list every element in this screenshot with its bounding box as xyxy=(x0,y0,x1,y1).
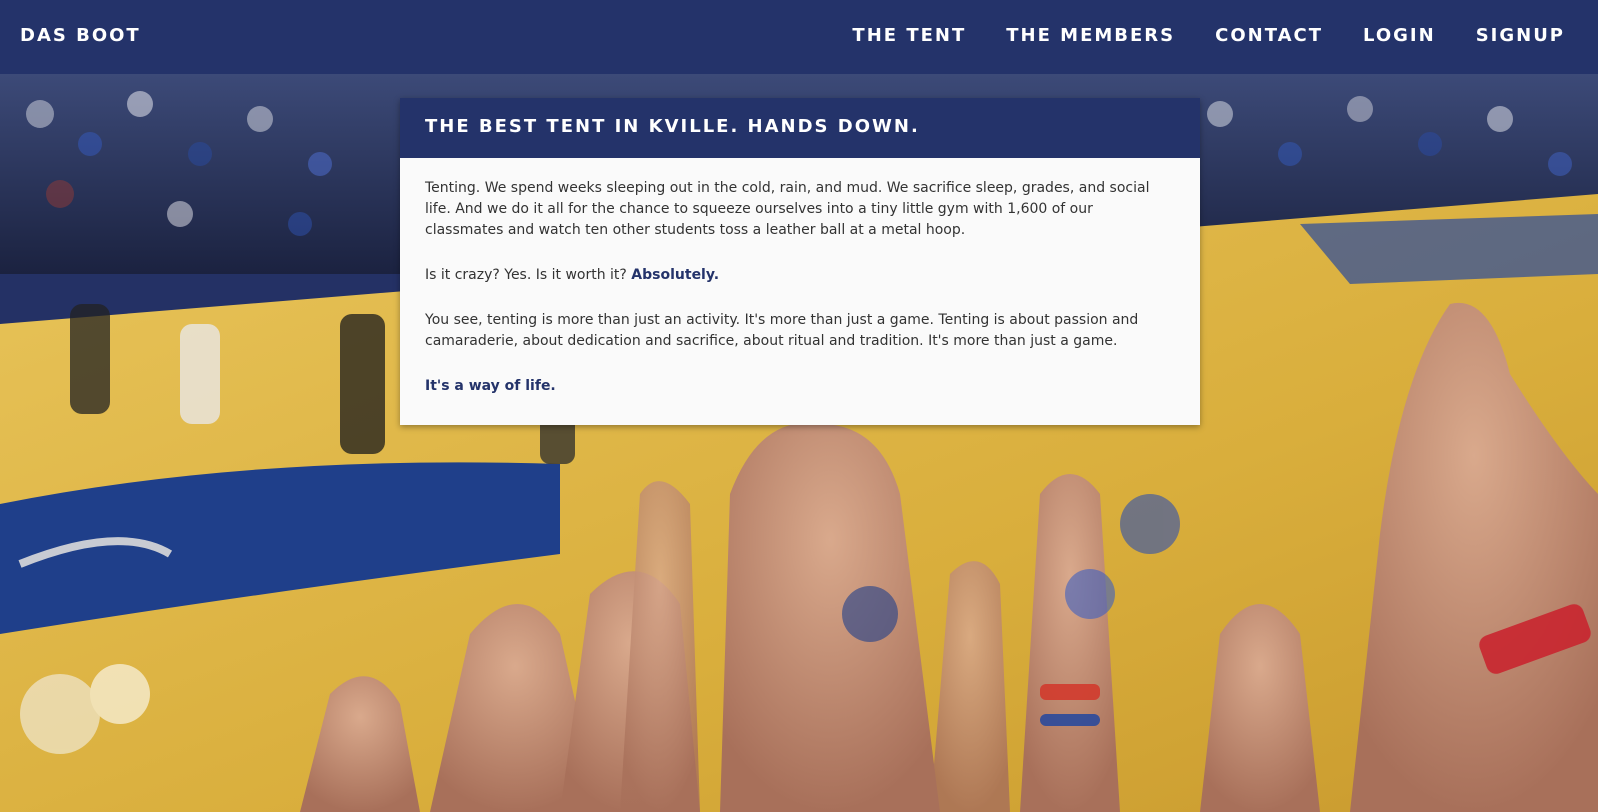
intro-closing-line: It's a way of life. xyxy=(425,378,556,394)
top-navbar: DAS BOOT THE TENT THE MEMBERS CONTACT LO… xyxy=(0,0,1598,74)
nav-link-login[interactable]: LOGIN xyxy=(1363,25,1436,46)
nav-link-the-members[interactable]: THE MEMBERS xyxy=(1006,25,1175,46)
intro-paragraph-2-lead: Is it crazy? Yes. Is it worth it? xyxy=(425,267,632,283)
intro-paragraph-1: Tenting. We spend weeks sleeping out in … xyxy=(425,180,1150,238)
intro-card-body: Tenting. We spend weeks sleeping out in … xyxy=(400,158,1200,397)
brand-logo-link[interactable]: DAS BOOT xyxy=(20,25,141,46)
intro-paragraph-2-emphasis: Absolutely. xyxy=(631,267,720,283)
nav-links: THE TENT THE MEMBERS CONTACT LOGIN SIGNU… xyxy=(852,25,1565,46)
nav-link-signup[interactable]: SIGNUP xyxy=(1476,25,1565,46)
intro-card-title: THE BEST TENT IN KVILLE. HANDS DOWN. xyxy=(425,116,920,137)
intro-paragraph-3: You see, tenting is more than just an ac… xyxy=(425,312,1139,349)
intro-paragraph-2: Is it crazy? Yes. Is it worth it? Absolu… xyxy=(425,265,1175,286)
nav-link-the-tent[interactable]: THE TENT xyxy=(852,25,966,46)
intro-card: THE BEST TENT IN KVILLE. HANDS DOWN. Ten… xyxy=(400,98,1200,425)
nav-link-contact[interactable]: CONTACT xyxy=(1215,25,1323,46)
intro-card-header: THE BEST TENT IN KVILLE. HANDS DOWN. xyxy=(400,98,1200,158)
